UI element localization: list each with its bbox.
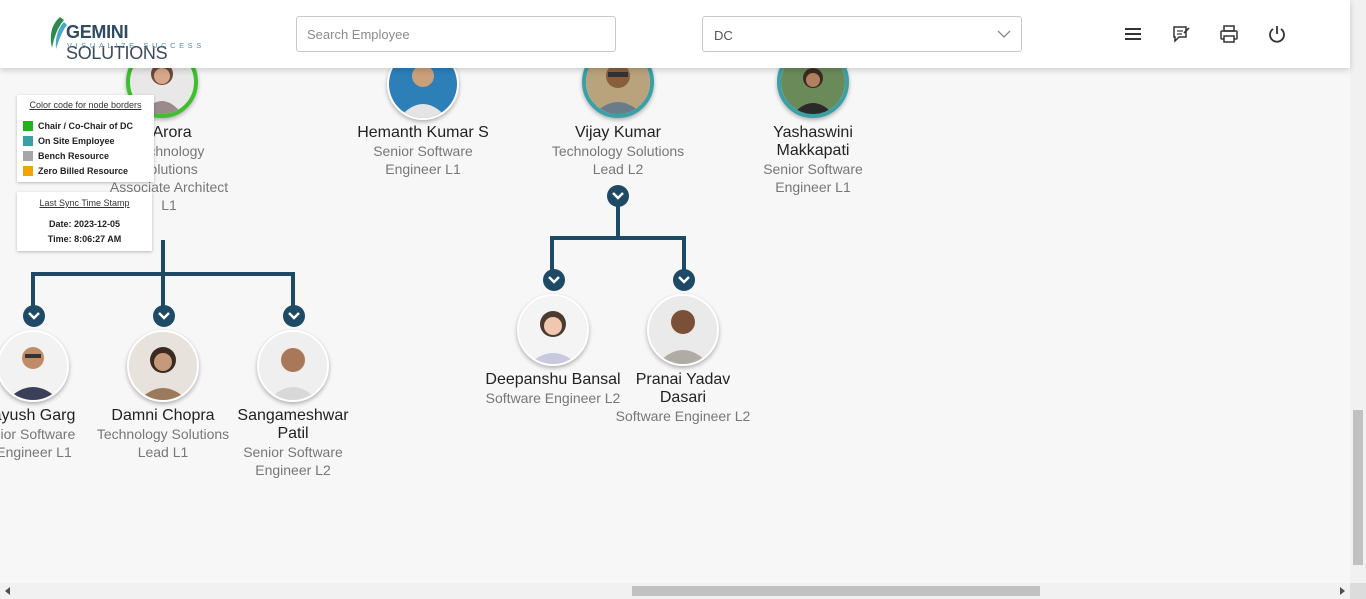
print-icon[interactable]	[1219, 24, 1239, 44]
sync-time: Time: 8:06:27 AM	[47, 234, 122, 244]
expand-node-button[interactable]	[673, 269, 695, 291]
expand-node-button[interactable]	[23, 305, 45, 327]
search-employee-input[interactable]	[296, 16, 616, 52]
legend-swatch	[23, 120, 33, 131]
employee-role: Software Engineer L2	[615, 408, 751, 424]
employee-role: Technology Solutions Lead L2	[551, 143, 685, 177]
connector-line	[550, 236, 686, 240]
employee-name: Hemanth Kumar S	[357, 124, 489, 141]
org-node-sangameshwar[interactable]: Sangameshwar Patil Senior Software Engin…	[223, 407, 363, 479]
legend-item: Bench Resource	[23, 148, 148, 163]
employee-avatar[interactable]	[647, 294, 719, 366]
feedback-icon[interactable]	[1171, 24, 1191, 44]
employee-name: ayush Garg	[0, 407, 76, 424]
connector-line	[291, 272, 295, 308]
sync-date: Date: 2023-12-05	[48, 219, 121, 229]
org-node-damni[interactable]: Damni Chopra Technology Solutions Lead L…	[93, 407, 233, 461]
employee-name: Pranai Yadav Dasari	[635, 371, 731, 406]
connector-line	[550, 236, 554, 272]
person-photo-icon	[649, 296, 717, 364]
menu-icon[interactable]	[1123, 24, 1143, 44]
vertical-scrollbar[interactable]	[1350, 0, 1366, 583]
org-node-pranai[interactable]: Pranai Yadav Dasari Software Engineer L2	[613, 371, 753, 425]
employee-avatar[interactable]	[257, 330, 329, 402]
employee-role: Senior Software Engineer L1	[373, 143, 473, 177]
person-photo-icon	[259, 332, 327, 400]
horizontal-scrollbar[interactable]	[0, 583, 1350, 599]
chevron-down-icon	[997, 30, 1011, 38]
legend-item: On Site Employee	[23, 133, 148, 148]
person-photo-icon	[519, 296, 587, 364]
employee-role: nior Software Engineer L1	[0, 426, 76, 460]
org-node-ayush[interactable]: ayush Garg nior Software Engineer L1	[0, 407, 104, 461]
vertical-scroll-thumb[interactable]	[1353, 410, 1363, 565]
employee-name: Vijay Kumar	[575, 124, 661, 141]
org-node-yashaswini[interactable]: Yashaswini Makkapati Senior Software Eng…	[743, 124, 883, 196]
org-node-vijay[interactable]: Vijay Kumar Technology Solutions Lead L2	[548, 124, 688, 178]
expand-node-button[interactable]	[153, 305, 175, 327]
legend-label: Zero Billed Resource	[38, 165, 129, 176]
org-node-hemanth[interactable]: Hemanth Kumar S Senior Software Engineer…	[353, 124, 493, 178]
legend-item: Chair / Co-Chair of DC	[23, 118, 148, 133]
org-node-deepanshu[interactable]: Deepanshu Bansal Software Engineer L2	[483, 371, 623, 407]
sync-title: Last Sync Time Stamp	[39, 198, 130, 208]
logo-leaf-icon	[50, 17, 67, 49]
dc-select-value: DC	[714, 28, 733, 43]
legend-label: Chair / Co-Chair of DC	[38, 120, 134, 131]
person-photo-icon	[129, 332, 197, 400]
employee-avatar[interactable]	[127, 330, 199, 402]
legend-swatch	[23, 165, 33, 176]
legend-label: Bench Resource	[38, 150, 110, 161]
expand-node-button[interactable]	[283, 305, 305, 327]
logo-tagline: VISUALIZE SUCCESS	[67, 41, 205, 50]
last-sync-box: Last Sync Time Stamp Date: 2023-12-05 Ti…	[17, 192, 152, 251]
connector-line	[616, 206, 620, 238]
employee-name: Deepanshu Bansal	[485, 371, 621, 388]
legend-label: On Site Employee	[38, 135, 115, 146]
chevron-down-icon	[288, 312, 300, 320]
employee-avatar[interactable]	[517, 294, 589, 366]
connector-line	[31, 272, 35, 308]
legend-item: Zero Billed Resource	[23, 163, 148, 178]
chevron-down-icon	[612, 192, 624, 200]
employee-role: Senior Software Engineer L2	[243, 444, 343, 478]
expand-node-button[interactable]	[543, 269, 565, 291]
scroll-right-icon[interactable]	[1338, 587, 1346, 595]
power-icon[interactable]	[1267, 24, 1287, 44]
company-logo[interactable]: GEMINI SOLUTIONS VISUALIZE SUCCESS	[46, 16, 216, 63]
employee-role: Software Engineer L2	[485, 390, 621, 406]
employee-name: Yashaswini Makkapati	[773, 124, 853, 159]
expand-node-button[interactable]	[607, 185, 629, 207]
chevron-down-icon	[678, 276, 690, 284]
legend-title: Color code for node borders	[29, 100, 142, 110]
connector-line	[161, 272, 165, 308]
employee-role: Technology Solutions Lead L1	[96, 426, 230, 460]
employee-role: Senior Software Engineer L1	[763, 161, 863, 195]
employee-avatar[interactable]	[0, 330, 69, 402]
horizontal-scroll-thumb[interactable]	[632, 586, 1040, 596]
person-photo-icon	[0, 332, 67, 400]
chevron-down-icon	[158, 312, 170, 320]
color-legend: Color code for node borders Chair / Co-C…	[17, 95, 154, 182]
employee-name: Damni Chopra	[111, 407, 215, 424]
top-header: GEMINI SOLUTIONS VISUALIZE SUCCESS DC	[0, 0, 1350, 68]
employee-name: Sangameshwar Patil	[237, 407, 349, 442]
scroll-left-icon[interactable]	[4, 587, 12, 595]
chevron-down-icon	[548, 276, 560, 284]
scrollbar-corner	[1350, 583, 1366, 599]
dc-select[interactable]: DC	[702, 16, 1022, 52]
connector-line	[161, 240, 165, 274]
connector-line	[682, 236, 686, 272]
legend-swatch	[23, 150, 33, 161]
legend-swatch	[23, 135, 33, 146]
chevron-down-icon	[28, 312, 40, 320]
